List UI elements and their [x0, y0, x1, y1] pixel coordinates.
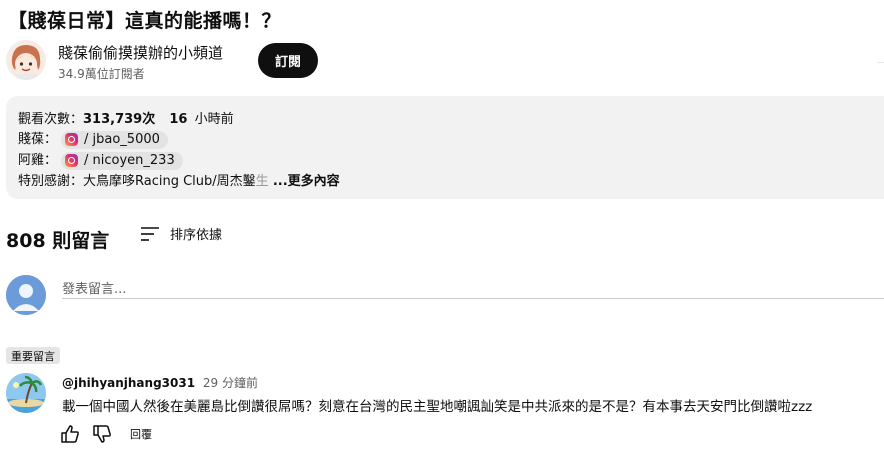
views-label: 觀看次數： — [18, 112, 84, 127]
credit-2-prefix: 阿雞： — [18, 153, 58, 168]
description-box[interactable]: 觀看次數：313,739次 16 小時前 賤葆： / jbao_5000 阿雞： /… — [6, 96, 884, 199]
upload-age-unit: 小時前 — [194, 112, 234, 127]
channel-avatar[interactable] — [6, 40, 46, 80]
comment-author[interactable]: @jhihyanjhang3031 — [62, 376, 195, 390]
divider — [878, 62, 884, 63]
pinned-badge: 重要留言 — [6, 347, 60, 364]
view-count: 313,739次 — [83, 112, 156, 127]
thumbs-down-icon[interactable] — [92, 424, 112, 444]
channel-name[interactable]: 賤葆偷偷摸摸辦的小頻道 — [58, 42, 223, 63]
commenter-avatar[interactable] — [6, 373, 46, 413]
user-avatar — [6, 275, 46, 315]
channel-avatar-image — [6, 40, 46, 80]
subscriber-count: 34.9萬位訂閱者 — [58, 67, 145, 81]
instagram-icon — [65, 154, 79, 167]
instagram-link-jbao[interactable]: / jbao_5000 — [61, 130, 168, 149]
comment-actions: 回覆 — [60, 424, 152, 444]
credit-line-3: 特別感謝：大鳥摩哆Racing Club/周杰鑿生 ...更多內容 — [18, 170, 340, 189]
credit-line-2: 阿雞： / nicoyen_233 — [18, 149, 183, 170]
upload-age-number: 16 — [169, 112, 188, 127]
instagram-icon — [65, 133, 79, 146]
instagram-handle-2: / nicoyen_233 — [84, 153, 175, 168]
thumbs-up-icon[interactable] — [60, 424, 80, 444]
special-thanks: 特別感謝：大鳥摩哆Racing Club/周杰鑿 — [18, 174, 256, 189]
reply-button[interactable]: 回覆 — [130, 426, 152, 442]
video-title: 【賤葆日常】這真的能播嗎！？ — [8, 10, 282, 32]
subscribe-button[interactable]: 訂閱 — [258, 43, 318, 78]
sort-label: 排序依據 — [170, 228, 223, 243]
comment-input[interactable]: 發表留言... — [62, 276, 884, 299]
sort-button[interactable]: 排序依據 — [140, 224, 222, 243]
comment-text: 載一個中國人然後在美麗島比倒讚很屌嗎？刻意在台灣的民主聖地嘲諷訕笑是中共派來的是… — [62, 399, 813, 415]
instagram-link-nicoyen[interactable]: / nicoyen_233 — [61, 151, 183, 170]
comment-time[interactable]: 29 分鐘前 — [203, 376, 258, 390]
instagram-handle-1: / jbao_5000 — [84, 132, 160, 147]
sort-icon — [141, 226, 159, 241]
comment-header: @jhihyanjhang3031 29 分鐘前 — [62, 374, 258, 391]
view-stats: 觀看次數：313,739次 16 小時前 — [18, 108, 234, 127]
comment-count: 808 則留言 — [6, 230, 110, 252]
credit-1-prefix: 賤葆： — [18, 132, 58, 147]
special-thanks-fade: 生 — [255, 174, 269, 189]
show-more-link[interactable]: ...更多內容 — [273, 174, 340, 189]
credit-line-1: 賤葆： / jbao_5000 — [18, 128, 168, 149]
default-avatar-icon — [6, 275, 46, 315]
commenter-avatar-image — [6, 373, 46, 413]
